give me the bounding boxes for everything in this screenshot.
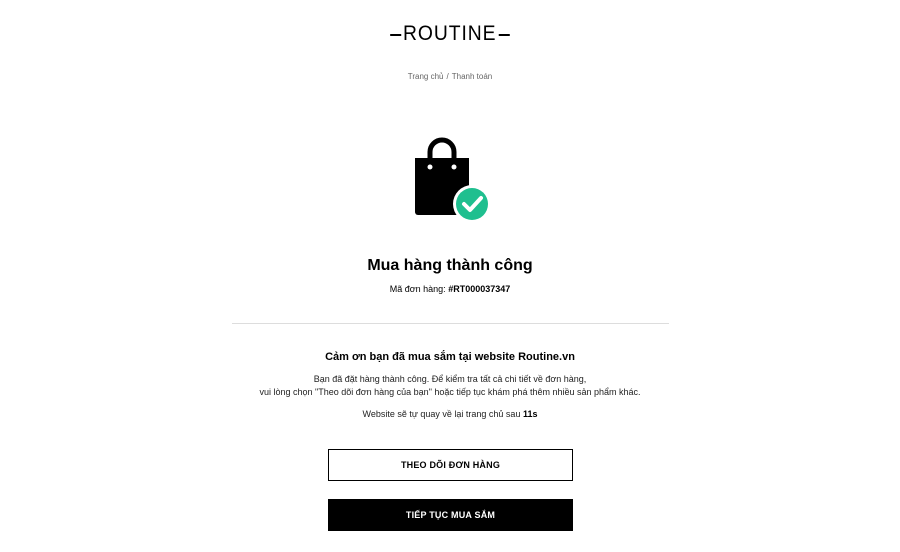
track-order-button[interactable]: THEO DÕI ĐƠN HÀNG [328,449,573,481]
breadcrumb-current: Thanh toán [451,72,493,81]
logo-text[interactable]: ROUTINE [390,22,510,46]
continue-shopping-button[interactable]: TIẾP TỤC MUA SẮM [328,499,573,531]
continue-shopping-label: TIẾP TỤC MUA SẮM [405,510,496,520]
description-line-2: vui lòng chọn "Theo dõi đơn hàng của bạn… [259,387,641,397]
description-line-1: Bạn đã đặt hàng thành công. Để kiểm tra … [313,374,587,384]
shopping-bag-icon [405,134,495,224]
order-code-label: Mã đơn hàng: [389,284,446,294]
breadcrumb: Trang chủ / Thanh toán [0,72,900,82]
breadcrumb-home-link[interactable]: Trang chủ [408,72,444,82]
thanks-title: Cảm ơn bạn đã mua sắm tại website Routin… [325,351,575,363]
success-title: Mua hàng thành công [367,257,533,274]
check-circle-icon [453,185,491,223]
redirect-notice: Website sẽ tự quay về lại trang chủ sau … [0,408,900,420]
order-code-line: Mã đơn hàng: #RT000037347 [0,283,900,295]
redirect-countdown: 11s [522,409,538,419]
divider [232,323,669,324]
track-order-label: THEO DÕI ĐƠN HÀNG [400,460,501,470]
order-description: Bạn đã đặt hàng thành công. Để kiểm tra … [0,373,900,399]
redirect-text: Website sẽ tự quay về lại trang chủ sau [362,409,521,419]
site-logo[interactable]: ROUTINE [0,22,900,46]
breadcrumb-separator: / [446,72,449,81]
order-code-value: #RT000037347 [448,284,511,294]
